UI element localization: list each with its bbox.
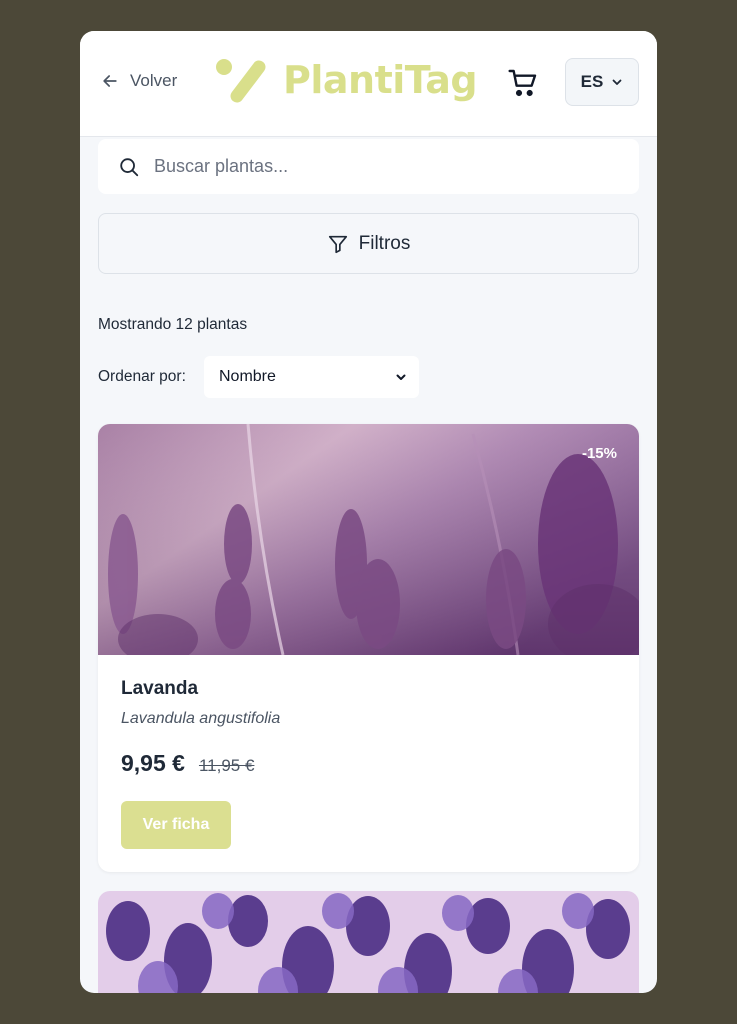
app-window: Volver PlantiTag ES Buscar plantas... Fi… xyxy=(80,31,657,993)
current-price: 9,95 € xyxy=(121,750,185,776)
chevron-down-icon xyxy=(612,79,622,85)
search-bar[interactable] xyxy=(98,139,639,194)
back-button[interactable]: Volver xyxy=(100,71,177,91)
header: Volver PlantiTag ES xyxy=(80,31,657,137)
search-icon xyxy=(120,157,139,176)
product-name: Lavanda xyxy=(121,678,199,699)
product-price: 9,95 € 11,95 € xyxy=(121,750,254,777)
results-count: Mostrando 12 plantas xyxy=(98,316,248,333)
product-image xyxy=(98,424,639,655)
sort-label: Ordenar por: xyxy=(98,368,186,385)
sort-select[interactable]: Nombre xyxy=(204,356,419,398)
language-selector[interactable]: ES xyxy=(565,58,639,106)
cart-icon[interactable] xyxy=(507,67,539,99)
product-scientific-name: Lavandula angustifolia xyxy=(121,710,281,727)
chevron-down-icon xyxy=(396,374,406,380)
filters-label: Filtros xyxy=(358,232,411,254)
back-label: Volver xyxy=(130,71,178,90)
filter-icon xyxy=(328,235,347,253)
logo-mark-icon xyxy=(216,59,266,103)
logo-text: PlantiTag xyxy=(283,58,478,102)
discount-badge: -15% xyxy=(581,445,617,462)
arrow-left-icon xyxy=(103,75,117,87)
filters-button[interactable]: Filtros xyxy=(98,213,639,274)
product-image xyxy=(98,891,639,993)
language-value: ES xyxy=(580,72,604,91)
product-card[interactable]: -15% Lavanda Lavandula angustifolia 9,95… xyxy=(98,424,639,872)
search-input[interactable] xyxy=(154,156,594,177)
logo[interactable]: PlantiTag xyxy=(213,55,478,105)
sort-value: Nombre xyxy=(219,368,276,385)
view-details-button[interactable]: Ver ficha xyxy=(121,801,231,849)
product-card[interactable] xyxy=(98,891,639,993)
old-price: 11,95 € xyxy=(198,756,255,775)
